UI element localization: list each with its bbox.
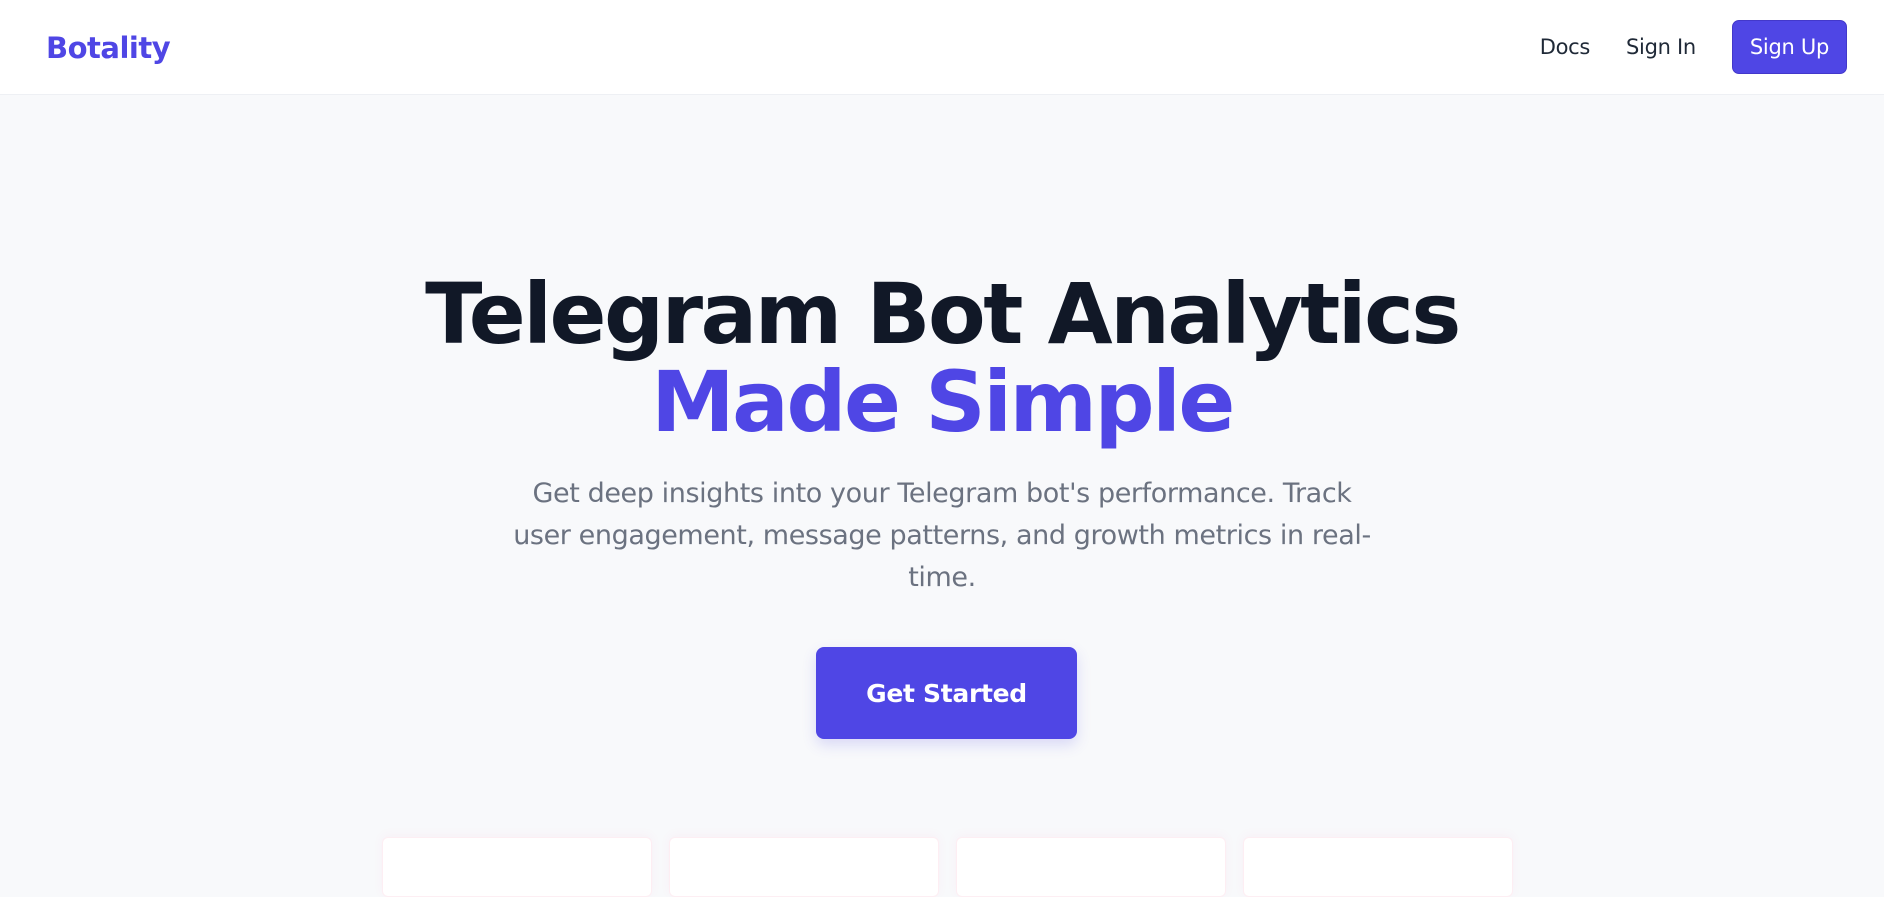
- sign-up-button[interactable]: Sign Up: [1731, 20, 1847, 74]
- hero-title: Telegram Bot Analytics Made Simple: [0, 270, 1884, 446]
- nav-link-sign-in[interactable]: Sign In: [1626, 20, 1696, 74]
- feature-card: [669, 837, 939, 897]
- feature-card: [1243, 837, 1513, 897]
- feature-card: [956, 837, 1226, 897]
- top-navbar: Botality Docs Sign In Sign Up: [0, 0, 1884, 95]
- get-started-button[interactable]: Get Started: [816, 647, 1077, 739]
- brand-logo[interactable]: Botality: [46, 28, 171, 68]
- hero-title-line-1: Telegram Bot Analytics: [425, 265, 1461, 363]
- hero-title-line-2: Made Simple: [651, 353, 1235, 451]
- feature-card: [382, 837, 652, 897]
- nav-link-docs[interactable]: Docs: [1540, 20, 1591, 74]
- nav-links: Docs Sign In Sign Up: [1540, 20, 1847, 74]
- hero-subtitle: Get deep insights into your Telegram bot…: [513, 478, 1371, 593]
- feature-cards: [370, 837, 1520, 897]
- hero-section: Telegram Bot Analytics Made Simple Get d…: [0, 95, 1884, 897]
